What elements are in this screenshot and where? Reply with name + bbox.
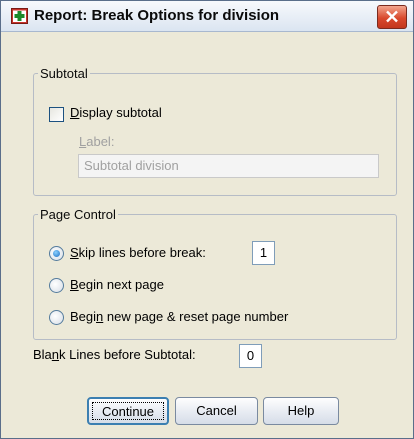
begin-next-page-radio[interactable]: [49, 278, 64, 293]
continue-button-label: Continue: [92, 402, 164, 420]
dialog-window: Report: Break Options for division Subto…: [0, 0, 414, 439]
display-subtotal-label[interactable]: Display subtotal: [70, 105, 162, 120]
close-icon: [386, 10, 398, 23]
close-button[interactable]: [377, 5, 407, 29]
cancel-button[interactable]: Cancel: [175, 397, 258, 425]
continue-button[interactable]: Continue: [87, 397, 169, 425]
skip-lines-label[interactable]: Skip lines before break:: [70, 245, 206, 260]
blank-lines-field[interactable]: 0: [239, 344, 262, 368]
blank-lines-label: Blank Lines before Subtotal:: [33, 347, 196, 362]
subtotal-label-field[interactable]: Subtotal division: [78, 154, 379, 178]
window-title: Report: Break Options for division: [34, 7, 280, 24]
title-bar[interactable]: Report: Break Options for division: [1, 1, 413, 32]
label-caption: Label:: [79, 134, 115, 149]
begin-new-page-reset-label[interactable]: Begin new page & reset page number: [70, 309, 288, 324]
subtotal-legend: Subtotal: [40, 66, 88, 81]
page-control-legend: Page Control: [40, 207, 116, 222]
display-subtotal-label-rest: isplay subtotal: [79, 105, 162, 120]
display-subtotal-checkbox[interactable]: [49, 107, 64, 122]
help-button[interactable]: Help: [263, 397, 339, 425]
begin-new-page-reset-radio[interactable]: [49, 310, 64, 325]
report-icon: [11, 8, 28, 24]
begin-next-page-label[interactable]: Begin next page: [70, 277, 164, 292]
skip-lines-radio[interactable]: [49, 246, 64, 261]
skip-lines-field[interactable]: 1: [252, 241, 275, 265]
